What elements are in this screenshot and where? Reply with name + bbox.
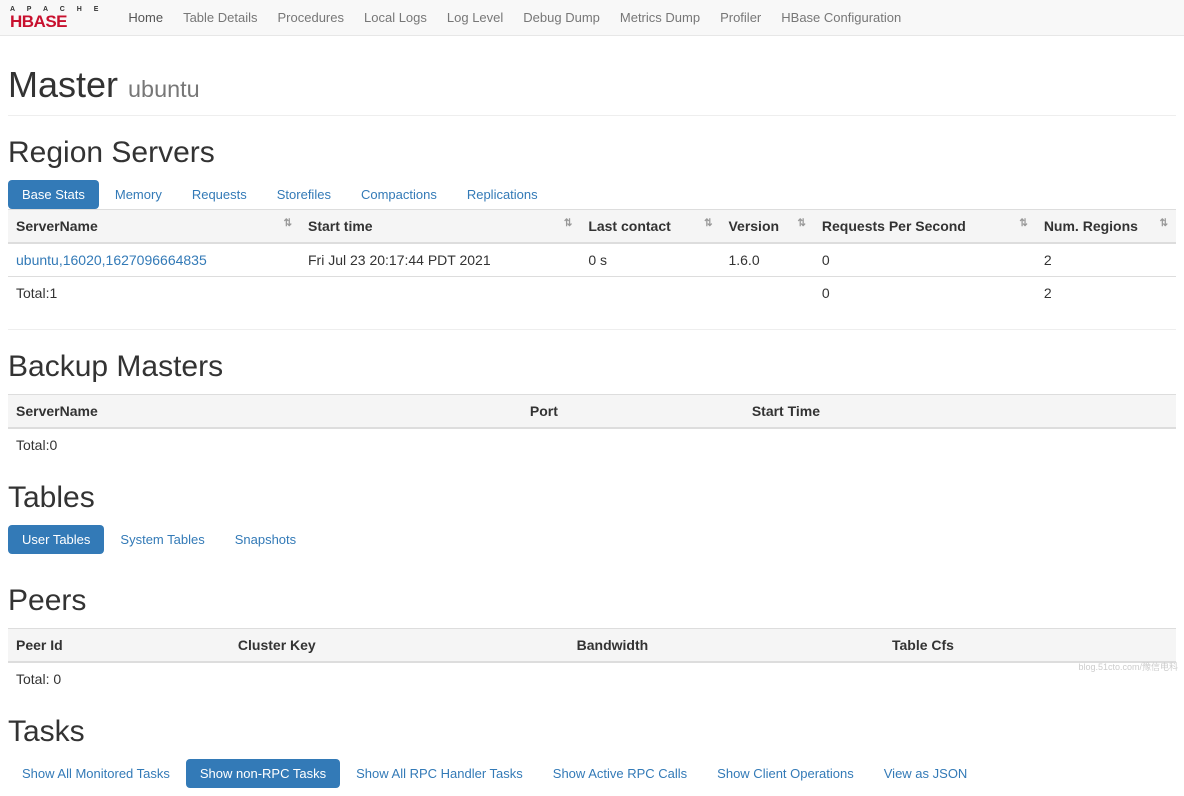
backup-total: Total:0 [8,428,1176,461]
col-lastcontact[interactable]: Last contact [580,210,720,244]
logo-bottom: HBASE [10,13,103,30]
total-label: Total:1 [8,277,300,310]
col-tablecfs: Table Cfs [884,629,1176,663]
navbar: A P A C H E HBASE Home Table Details Pro… [0,0,1184,36]
col-servername: ServerName [8,395,522,429]
table-total-row: Total:1 0 2 [8,277,1176,310]
tab-non-rpc[interactable]: Show non-RPC Tasks [186,759,340,788]
col-starttime[interactable]: Start time [300,210,580,244]
tab-client-ops[interactable]: Show Client Operations [703,759,868,788]
cell-lastcontact: 0 s [580,243,720,277]
main-container: Master ubuntu Region Servers Base Stats … [0,36,1184,796]
tab-snapshots[interactable]: Snapshots [221,525,310,554]
cell-rps: 0 [814,243,1036,277]
cell-version: 1.6.0 [720,243,813,277]
table-total-row: Total: 0 [8,662,1176,695]
cell-numregions: 2 [1036,243,1176,277]
tab-all-monitored[interactable]: Show All Monitored Tasks [8,759,184,788]
tab-replications[interactable]: Replications [453,180,552,209]
nav-table-details[interactable]: Table Details [173,0,267,35]
peers-section: Peers Peer Id Cluster Key Bandwidth Tabl… [8,584,1176,695]
divider [8,329,1176,330]
col-rps[interactable]: Requests Per Second [814,210,1036,244]
nav-hbase-config[interactable]: HBase Configuration [771,0,911,35]
table-row: ubuntu,16020,1627096664835 Fri Jul 23 20… [8,243,1176,277]
nav-log-level[interactable]: Log Level [437,0,513,35]
region-servers-section: Region Servers Base Stats Memory Request… [8,136,1176,309]
peers-total: Total: 0 [8,662,1176,695]
page-title: Master ubuntu [8,64,1176,106]
tab-storefiles[interactable]: Storefiles [263,180,345,209]
nav-debug-dump[interactable]: Debug Dump [513,0,610,35]
nav-local-logs[interactable]: Local Logs [354,0,437,35]
tab-memory[interactable]: Memory [101,180,176,209]
server-link[interactable]: ubuntu,16020,1627096664835 [16,252,207,268]
table-header-row: ServerName Start time Last contact Versi… [8,210,1176,244]
col-bandwidth: Bandwidth [569,629,884,663]
title-subtitle: ubuntu [128,76,200,102]
nav-links: Home Table Details Procedures Local Logs… [118,0,911,35]
region-servers-table: ServerName Start time Last contact Versi… [8,209,1176,309]
peers-title: Peers [8,584,1176,618]
title-main: Master [8,64,118,105]
tab-user-tables[interactable]: User Tables [8,525,104,554]
tab-system-tables[interactable]: System Tables [106,525,218,554]
col-starttime: Start Time [744,395,1176,429]
table-header-row: ServerName Port Start Time [8,395,1176,429]
nav-profiler[interactable]: Profiler [710,0,771,35]
cell-starttime: Fri Jul 23 20:17:44 PDT 2021 [300,243,580,277]
nav-home[interactable]: Home [118,0,173,35]
table-total-row: Total:0 [8,428,1176,461]
nav-procedures[interactable]: Procedures [268,0,354,35]
col-clusterkey: Cluster Key [230,629,569,663]
peers-table: Peer Id Cluster Key Bandwidth Table Cfs … [8,628,1176,695]
region-servers-title: Region Servers [8,136,1176,170]
tasks-tabs: Show All Monitored Tasks Show non-RPC Ta… [8,759,1176,788]
tasks-section: Tasks Show All Monitored Tasks Show non-… [8,715,1176,788]
col-peerid: Peer Id [8,629,230,663]
total-numregions: 2 [1036,277,1176,310]
tasks-title: Tasks [8,715,1176,749]
watermark: blog.51cto.com/豫信电科 [1078,660,1178,673]
page-header: Master ubuntu [8,64,1176,116]
total-rps: 0 [814,277,1036,310]
backup-masters-section: Backup Masters ServerName Port Start Tim… [8,350,1176,461]
col-version[interactable]: Version [720,210,813,244]
tab-view-json[interactable]: View as JSON [870,759,982,788]
table-header-row: Peer Id Cluster Key Bandwidth Table Cfs [8,629,1176,663]
hbase-logo[interactable]: A P A C H E HBASE [10,6,103,30]
tab-active-rpc[interactable]: Show Active RPC Calls [539,759,701,788]
tables-section: Tables User Tables System Tables Snapsho… [8,481,1176,554]
tables-title: Tables [8,481,1176,515]
backup-masters-table: ServerName Port Start Time Total:0 [8,394,1176,461]
region-servers-tabs: Base Stats Memory Requests Storefiles Co… [8,180,1176,209]
col-port: Port [522,395,744,429]
tab-requests[interactable]: Requests [178,180,261,209]
tab-all-rpc-handler[interactable]: Show All RPC Handler Tasks [342,759,537,788]
col-servername[interactable]: ServerName [8,210,300,244]
tables-tabs: User Tables System Tables Snapshots [8,525,1176,554]
nav-metrics-dump[interactable]: Metrics Dump [610,0,710,35]
tab-compactions[interactable]: Compactions [347,180,451,209]
col-numregions[interactable]: Num. Regions [1036,210,1176,244]
tab-base-stats[interactable]: Base Stats [8,180,99,209]
backup-masters-title: Backup Masters [8,350,1176,384]
